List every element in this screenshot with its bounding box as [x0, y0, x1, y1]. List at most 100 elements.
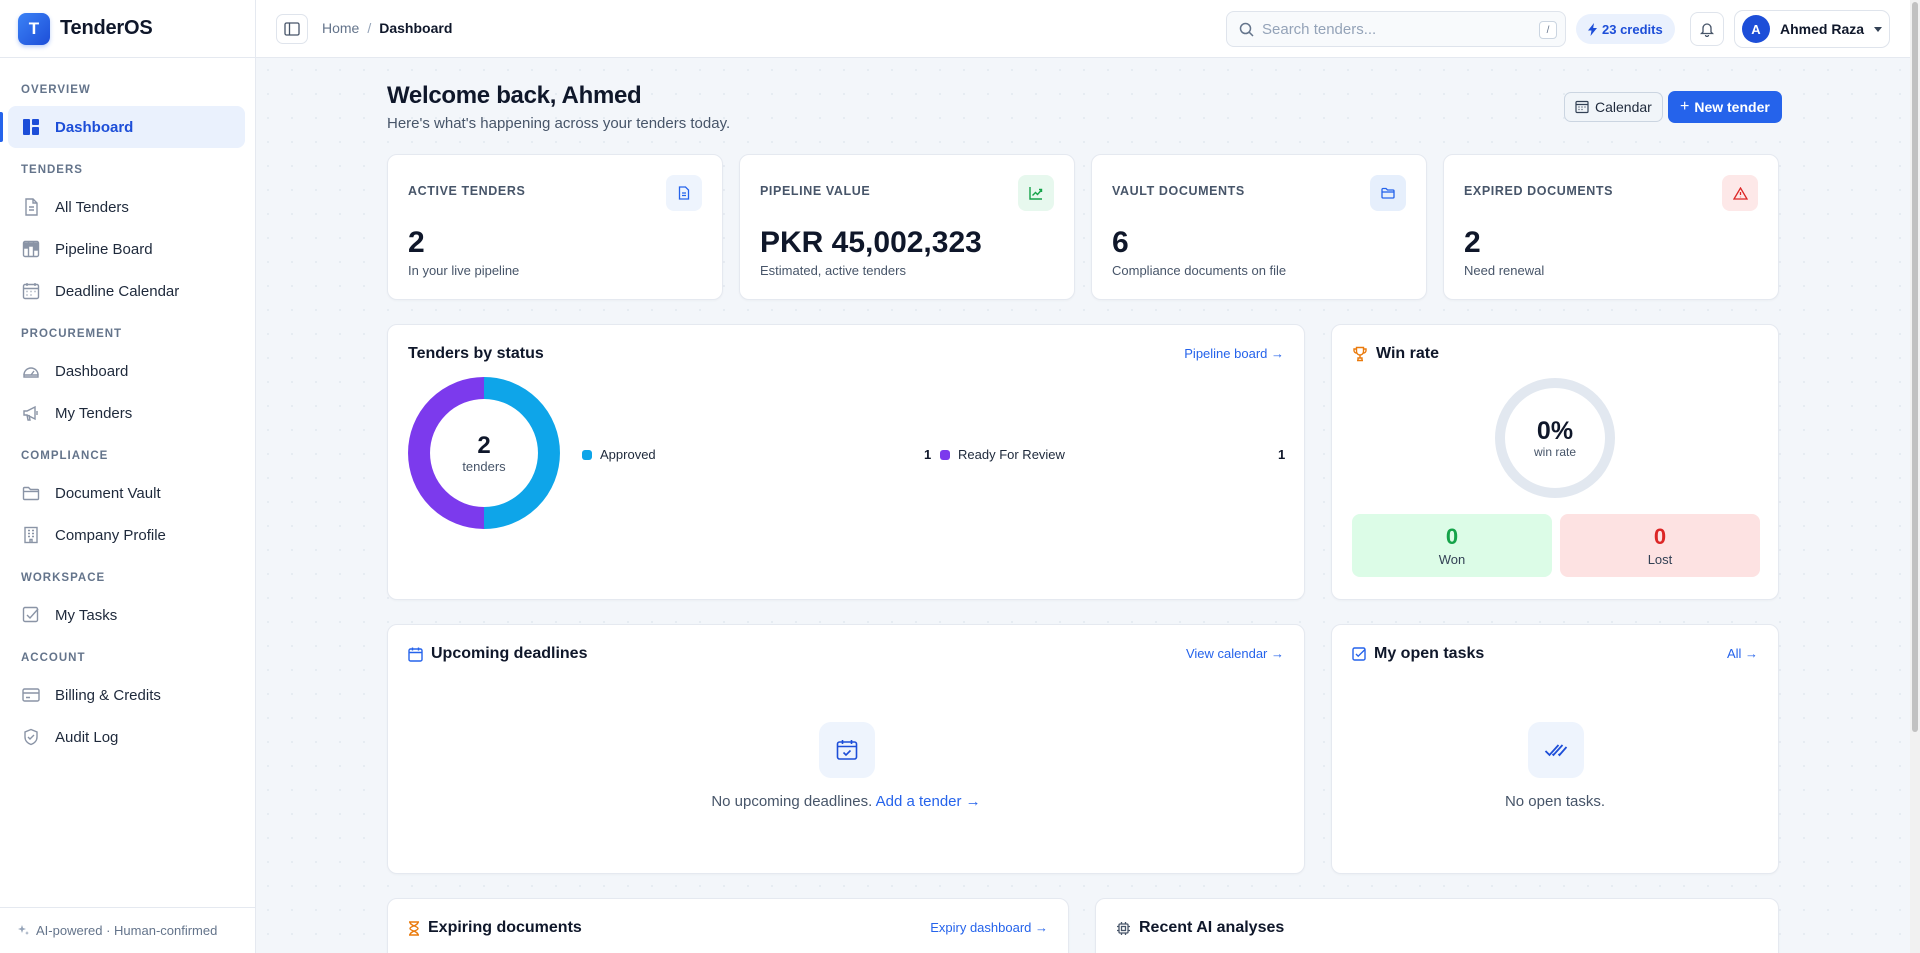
- breadcrumb-separator: /: [367, 20, 372, 36]
- stat-card-pipeline-value[interactable]: PIPELINE VALUE PKR 45,002,323 Estimated,…: [739, 154, 1075, 300]
- search-box[interactable]: /: [1226, 11, 1566, 47]
- win-rate-title: Win rate: [1376, 345, 1439, 362]
- shield-icon: [22, 728, 40, 746]
- stat-card-expired-documents[interactable]: EXPIRED DOCUMENTS 2 Need renewal: [1443, 154, 1779, 300]
- stat-label: PIPELINE VALUE: [760, 184, 871, 198]
- legend-swatch: [582, 449, 592, 460]
- building-icon: [22, 526, 40, 544]
- empty-state-icon: [819, 722, 875, 778]
- add-tender-link[interactable]: Add a tender →: [876, 793, 981, 810]
- lost-tile: 0 Lost: [1560, 514, 1760, 577]
- stat-desc: Need renewal: [1464, 263, 1545, 278]
- sidebar-footer: AI-powered · Human-confirmed: [0, 907, 255, 953]
- sidebar-item-billing-credits[interactable]: Billing & Credits: [8, 674, 245, 716]
- search-input[interactable]: [1262, 20, 1532, 38]
- gauge-icon: [22, 362, 40, 380]
- sidebar-item-document-vault[interactable]: Document Vault: [8, 472, 245, 514]
- topbar: Home / Dashboard / 23 credits A Ahmed Ra…: [256, 0, 1910, 58]
- stat-desc: In your live pipeline: [408, 263, 520, 278]
- credits-text: 23 credits: [1602, 21, 1663, 37]
- notifications-button[interactable]: [1690, 12, 1724, 46]
- card-title: Tenders by status: [408, 345, 544, 362]
- scrollbar-thumb[interactable]: [1912, 2, 1918, 732]
- brand-logo: T: [18, 12, 50, 45]
- page-subtitle: Here's what's happening across your tend…: [387, 115, 731, 132]
- won-label: Won: [1438, 551, 1466, 567]
- kanban-icon: [22, 240, 40, 258]
- sidebar-item-my-tasks[interactable]: My Tasks: [8, 594, 245, 636]
- won-tile: 0 Won: [1352, 514, 1552, 577]
- expiry-dashboard-link[interactable]: Expiry dashboard →: [930, 920, 1048, 935]
- stat-badge: [1370, 175, 1406, 211]
- nav-section-title: COMPLIANCE: [21, 450, 109, 462]
- sidebar-item-pipeline-board[interactable]: Pipeline Board: [8, 228, 245, 270]
- sidebar-item-audit-log[interactable]: Audit Log: [8, 716, 245, 758]
- megaphone-icon: [22, 404, 40, 422]
- open-tasks-card: My open tasks All → No open tasks.: [1331, 624, 1779, 874]
- checkbox-icon: [22, 606, 40, 624]
- sidebar-item-label: Deadline Calendar: [55, 282, 180, 300]
- page-scrollbar[interactable]: [1910, 0, 1920, 953]
- legend-count: 1: [1278, 447, 1286, 462]
- user-menu[interactable]: A Ahmed Raza: [1734, 10, 1890, 48]
- calendar-icon: [1575, 100, 1589, 114]
- pipeline-board-link[interactable]: Pipeline board →: [1184, 346, 1284, 361]
- recent-ai-analyses-card: Recent AI analyses: [1095, 898, 1779, 953]
- stat-badge: [1018, 175, 1054, 211]
- stat-value: 6: [1112, 226, 1129, 259]
- stat-label: VAULT DOCUMENTS: [1112, 184, 1245, 198]
- dashboard-icon: [22, 118, 40, 136]
- breadcrumb-current: Dashboard: [379, 20, 453, 36]
- hourglass-icon: [408, 920, 420, 936]
- stat-value: 2: [1464, 226, 1481, 259]
- breadcrumb-home-link[interactable]: Home: [322, 20, 359, 36]
- sidebar-item-all-tenders[interactable]: All Tenders: [8, 186, 245, 228]
- sidebar-toggle-button[interactable]: [276, 14, 308, 44]
- nav-section-title: PROCUREMENT: [21, 328, 123, 340]
- empty-state-icon: [1528, 722, 1584, 778]
- nav-section-title: WORKSPACE: [21, 572, 106, 584]
- stat-card-vault-documents[interactable]: VAULT DOCUMENTS 6 Compliance documents o…: [1091, 154, 1427, 300]
- nav-section-title: TENDERS: [21, 164, 83, 176]
- sidebar-item-dashboard[interactable]: Dashboard: [0, 106, 245, 148]
- calendar-button[interactable]: Calendar: [1564, 92, 1663, 122]
- analyses-title: Recent AI analyses: [1139, 919, 1285, 936]
- sidebar-item-label: Billing & Credits: [55, 686, 161, 704]
- card-title: Recent AI analyses: [1116, 919, 1284, 937]
- expiring-title: Expiring documents: [428, 919, 582, 936]
- stat-value: PKR 45,002,323: [760, 226, 982, 259]
- user-name: Ahmed Raza: [1780, 21, 1865, 37]
- credits-badge[interactable]: 23 credits: [1576, 14, 1675, 44]
- stat-value: 2: [408, 226, 425, 259]
- stat-desc: Compliance documents on file: [1112, 263, 1287, 278]
- lost-count: 0: [1653, 523, 1667, 549]
- sidebar-item-procurement-dashboard[interactable]: Dashboard: [8, 350, 245, 392]
- stat-badge: [666, 175, 702, 211]
- sidebar-footer-text: AI-powered · Human-confirmed: [36, 923, 218, 938]
- folder-icon: [22, 484, 40, 502]
- donut-total-label: tenders: [462, 458, 506, 474]
- view-calendar-link[interactable]: View calendar →: [1186, 646, 1284, 661]
- sidebar-item-deadline-calendar[interactable]: Deadline Calendar: [8, 270, 245, 312]
- calendar-icon: [22, 282, 40, 300]
- sidebar-item-company-profile[interactable]: Company Profile: [8, 514, 245, 556]
- deadlines-title: Upcoming deadlines: [431, 645, 588, 662]
- sidebar-item-my-tenders[interactable]: My Tenders: [8, 392, 245, 434]
- lightning-icon: [1588, 22, 1597, 36]
- no-deadlines-text: No upcoming deadlines.: [711, 793, 873, 810]
- new-tender-button[interactable]: + New tender: [1668, 91, 1782, 123]
- credit-card-icon: [22, 686, 40, 704]
- upcoming-deadlines-card: Upcoming deadlines View calendar → No up…: [387, 624, 1305, 874]
- sidebar: T TenderOS OVERVIEW Dashboard TENDERS Al…: [0, 0, 256, 953]
- brand-name: TenderOS: [60, 17, 153, 39]
- legend-label: Approved: [600, 447, 656, 462]
- empty-state-text: No open tasks.: [1504, 793, 1606, 810]
- calendar-icon: [408, 647, 423, 662]
- sidebar-nav: OVERVIEW Dashboard TENDERS All Tenders P…: [0, 58, 255, 758]
- plus-icon: +: [1680, 98, 1690, 115]
- stat-card-active-tenders[interactable]: ACTIVE TENDERS 2 In your live pipeline: [387, 154, 723, 300]
- sidebar-item-label: My Tasks: [55, 606, 118, 624]
- brand[interactable]: T TenderOS: [0, 0, 255, 58]
- all-tasks-link[interactable]: All →: [1727, 646, 1758, 661]
- sparkles-icon: [18, 924, 30, 937]
